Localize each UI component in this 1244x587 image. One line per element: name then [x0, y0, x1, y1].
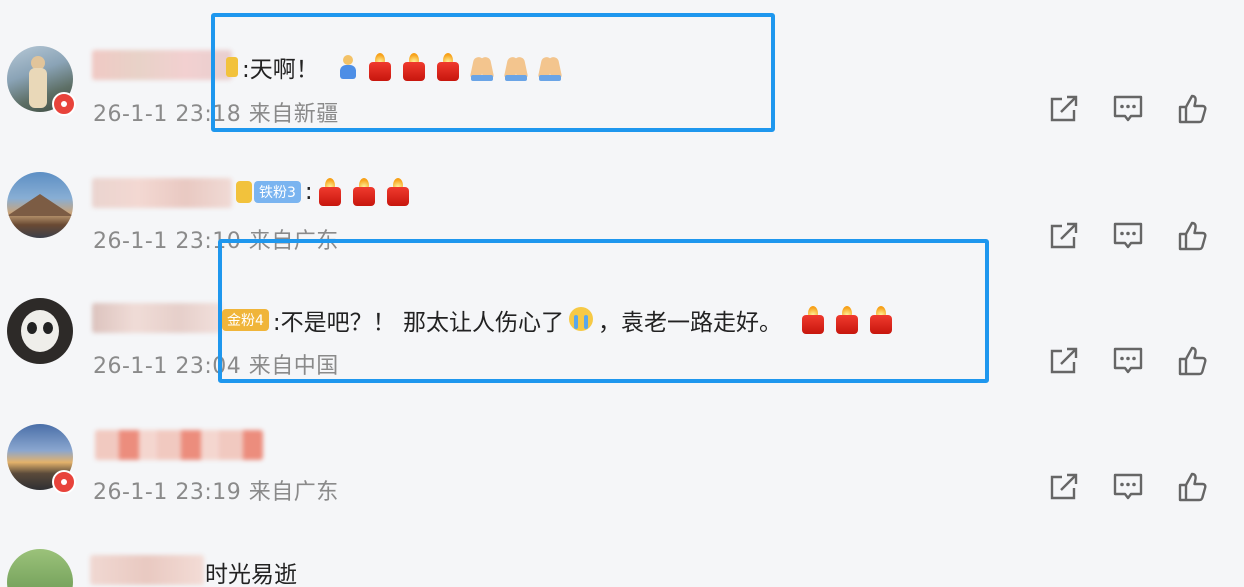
comment-meta: 26-1-1 23:19 来自广东 [93, 474, 339, 506]
action-bar [1048, 470, 1240, 504]
comment-button[interactable] [1112, 470, 1176, 504]
like-button[interactable] [1176, 219, 1240, 253]
share-icon [1050, 222, 1078, 249]
comment-row: 26-1-1 23:19 来自广东 [0, 400, 1244, 525]
verified-badge-icon [52, 470, 76, 494]
username[interactable] [95, 430, 263, 460]
like-icon [1178, 94, 1207, 124]
username[interactable] [92, 178, 232, 208]
like-icon [1178, 346, 1207, 376]
medal-icon [236, 181, 252, 203]
share-icon [1050, 95, 1078, 122]
fan-badge[interactable]: 铁粉3 [254, 181, 301, 203]
username[interactable] [92, 303, 222, 333]
verified-badge-icon [52, 92, 76, 116]
like-button[interactable] [1176, 92, 1240, 126]
comment-text: 铁粉3 : [236, 178, 415, 206]
share-button[interactable] [1048, 470, 1112, 504]
comment-icon [1113, 347, 1143, 374]
candle-icon [385, 178, 411, 206]
like-icon [1178, 472, 1207, 502]
comment-icon [1113, 95, 1143, 122]
avatar[interactable] [7, 549, 73, 587]
share-button[interactable] [1048, 344, 1112, 378]
share-button[interactable] [1048, 92, 1112, 126]
comment-body: : [304, 179, 313, 205]
action-bar [1048, 219, 1240, 253]
comment-row: 时光易逝 [0, 525, 1244, 587]
share-icon [1050, 347, 1078, 374]
comment-text: 时光易逝 [205, 555, 297, 587]
like-button[interactable] [1176, 344, 1240, 378]
like-button[interactable] [1176, 470, 1240, 504]
comment-button[interactable] [1112, 219, 1176, 253]
comment-button[interactable] [1112, 344, 1176, 378]
avatar[interactable] [7, 298, 73, 364]
share-icon [1050, 473, 1078, 500]
comment-icon [1113, 222, 1143, 249]
action-bar [1048, 344, 1240, 378]
candle-icon [317, 178, 343, 206]
like-icon [1178, 221, 1207, 251]
comment-button[interactable] [1112, 92, 1176, 126]
action-bar [1048, 92, 1240, 126]
highlight-box [211, 13, 775, 132]
timestamp: 26-1-1 23:19 [93, 480, 242, 505]
username[interactable] [90, 555, 204, 585]
comment-body: 时光易逝 [205, 562, 297, 587]
share-button[interactable] [1048, 219, 1112, 253]
location: 来自广东 [248, 480, 339, 505]
candle-icon [351, 178, 377, 206]
avatar[interactable] [7, 172, 73, 238]
comment-icon [1113, 473, 1143, 500]
highlight-box [218, 239, 989, 383]
